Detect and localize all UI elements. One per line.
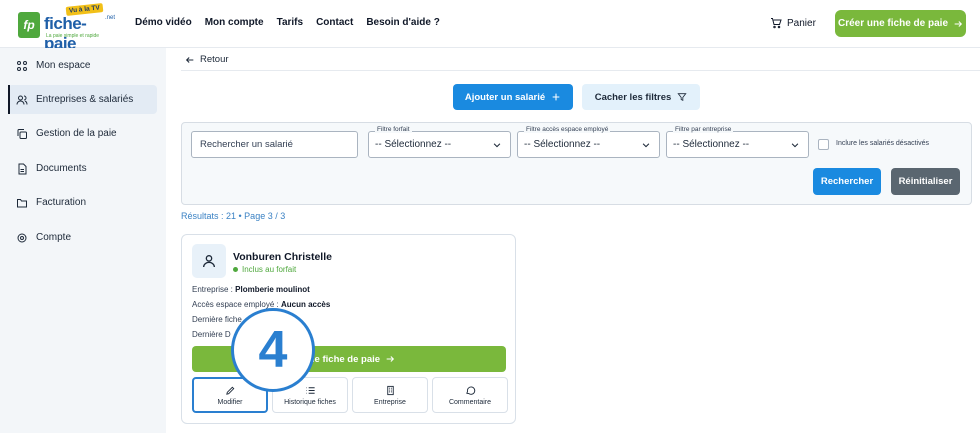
company-filter-select[interactable]: Filtre par entreprise -- Sélectionnez -- (666, 126, 809, 158)
employee-status: Inclus au forfait (233, 265, 296, 274)
company-filter-value: -- Sélectionnez -- (673, 139, 750, 150)
avatar (192, 244, 226, 278)
sidebar-item-compte[interactable]: Compte (8, 223, 157, 252)
comment-button[interactable]: Commentaire (432, 377, 508, 413)
nav-help[interactable]: Besoin d'aide ? (366, 17, 440, 28)
last-fiche-label: Dernière fiche (192, 315, 242, 324)
comment-label: Commentaire (448, 398, 491, 406)
include-disabled-label: Inclure les salariés désactivés (836, 140, 929, 147)
folder-icon (17, 198, 27, 207)
sidebar-item-label: Compte (36, 232, 72, 243)
nav-contact[interactable]: Contact (316, 17, 353, 28)
grid-icon (17, 60, 27, 71)
main-nav: Démo vidéo Mon compte Tarifs Contact Bes… (135, 17, 440, 28)
users-icon (16, 95, 28, 105)
logo-suffix: .net (105, 15, 116, 21)
forfait-filter-value: -- Sélectionnez -- (375, 139, 452, 150)
status-dot (233, 267, 238, 272)
status-text: Inclus au forfait (242, 265, 297, 274)
cart-link[interactable]: Panier (770, 17, 816, 29)
nav-demo-video[interactable]: Démo vidéo (135, 17, 192, 28)
access-value: Aucun accès (280, 300, 331, 309)
pencil-icon (225, 386, 234, 395)
nav-tarifs[interactable]: Tarifs (277, 17, 304, 28)
logo-tagline: La paie simple et rapide (46, 33, 100, 39)
logo[interactable]: fp fiche-paie Vu à la TV .net La paie si… (18, 3, 118, 53)
edit-label: Modifier (217, 398, 243, 406)
sidebar-item-label: Gestion de la paie (36, 128, 117, 139)
access-filter-select[interactable]: Filtre accès espace employé -- Sélection… (517, 126, 660, 158)
sidebar: Mon espace Entreprises & salariés Gestio… (0, 48, 166, 433)
sidebar-item-gestion-paie[interactable]: Gestion de la paie (8, 119, 157, 148)
sidebar-item-mon-espace[interactable]: Mon espace (8, 51, 157, 80)
company-filter-label: Filtre par entreprise (673, 126, 734, 133)
user-icon (203, 254, 215, 268)
access-filter-label: Filtre accès espace employé (524, 126, 611, 133)
divider (181, 70, 980, 71)
back-link[interactable]: Retour (185, 54, 229, 65)
results-summary: Résultats : 21 • Page 3 / 3 (181, 211, 286, 221)
filter-icon (677, 93, 687, 102)
last-d-label: Dernière D (192, 330, 231, 339)
history-label: Historique fiches (284, 398, 336, 406)
access-info: Accès espace employé : Aucun accès (192, 300, 330, 309)
chevron-down-icon (791, 143, 799, 148)
employee-name: Vonburen Christelle (233, 251, 332, 263)
copy-icon (17, 128, 27, 139)
sidebar-item-label: Mon espace (36, 60, 91, 71)
list-icon (305, 386, 315, 394)
search-button[interactable]: Rechercher (813, 168, 881, 195)
company-label: Entreprise : (192, 285, 233, 294)
create-payslip-button[interactable]: Créer une fiche de paie (835, 10, 966, 37)
sidebar-item-documents[interactable]: Documents (8, 154, 157, 183)
back-label: Retour (200, 54, 229, 65)
add-employee-button[interactable]: Ajouter un salarié (453, 84, 573, 110)
chevron-down-icon (642, 143, 650, 148)
sidebar-item-label: Facturation (36, 197, 87, 208)
create-payslip-label: Créer une fiche de paie (837, 18, 949, 29)
company-button[interactable]: Entreprise (352, 377, 428, 413)
gear-icon (17, 233, 27, 242)
company-label: Entreprise (374, 398, 406, 406)
sidebar-item-label: Entreprises & salariés (36, 94, 134, 105)
hide-filters-button[interactable]: Cacher les filtres (582, 84, 700, 110)
chevron-down-icon (493, 143, 501, 148)
cart-label: Panier (787, 17, 816, 29)
forfait-filter-select[interactable]: Filtre forfait -- Sélectionnez -- (368, 126, 511, 158)
filters-panel: Rechercher un salarié Filtre forfait -- … (181, 122, 972, 205)
comment-icon (465, 386, 475, 395)
arrow-left-icon (185, 56, 194, 63)
building-icon (386, 385, 394, 395)
company-value: Plomberie moulinot (235, 285, 310, 294)
add-employee-label: Ajouter un salarié (464, 91, 546, 103)
arrow-right-icon (386, 356, 395, 362)
arrow-right-icon (954, 20, 963, 27)
reset-button[interactable]: Réinitialiser (891, 168, 960, 195)
hide-filters-label: Cacher les filtres (594, 91, 672, 103)
include-disabled-checkbox[interactable] (818, 139, 829, 150)
sidebar-item-entreprises-salaries[interactable]: Entreprises & salariés (8, 85, 157, 114)
access-filter-value: -- Sélectionnez -- (524, 139, 601, 150)
sidebar-item-facturation[interactable]: Facturation (8, 188, 157, 217)
top-header: fp fiche-paie Vu à la TV .net La paie si… (0, 0, 980, 53)
plus-icon (552, 93, 560, 101)
forfait-filter-label: Filtre forfait (375, 126, 412, 133)
employee-card: Vonburen Christelle Inclus au forfait En… (181, 234, 516, 424)
company-info: Entreprise : Plomberie moulinot (192, 285, 310, 294)
document-icon (18, 163, 27, 174)
sidebar-item-label: Documents (36, 163, 87, 174)
logo-mark: fp (18, 12, 40, 38)
search-employee-input[interactable]: Rechercher un salarié (191, 131, 358, 158)
nav-mon-compte[interactable]: Mon compte (205, 17, 264, 28)
step-number-badge: 4 (231, 308, 315, 392)
cart-icon (771, 18, 782, 29)
